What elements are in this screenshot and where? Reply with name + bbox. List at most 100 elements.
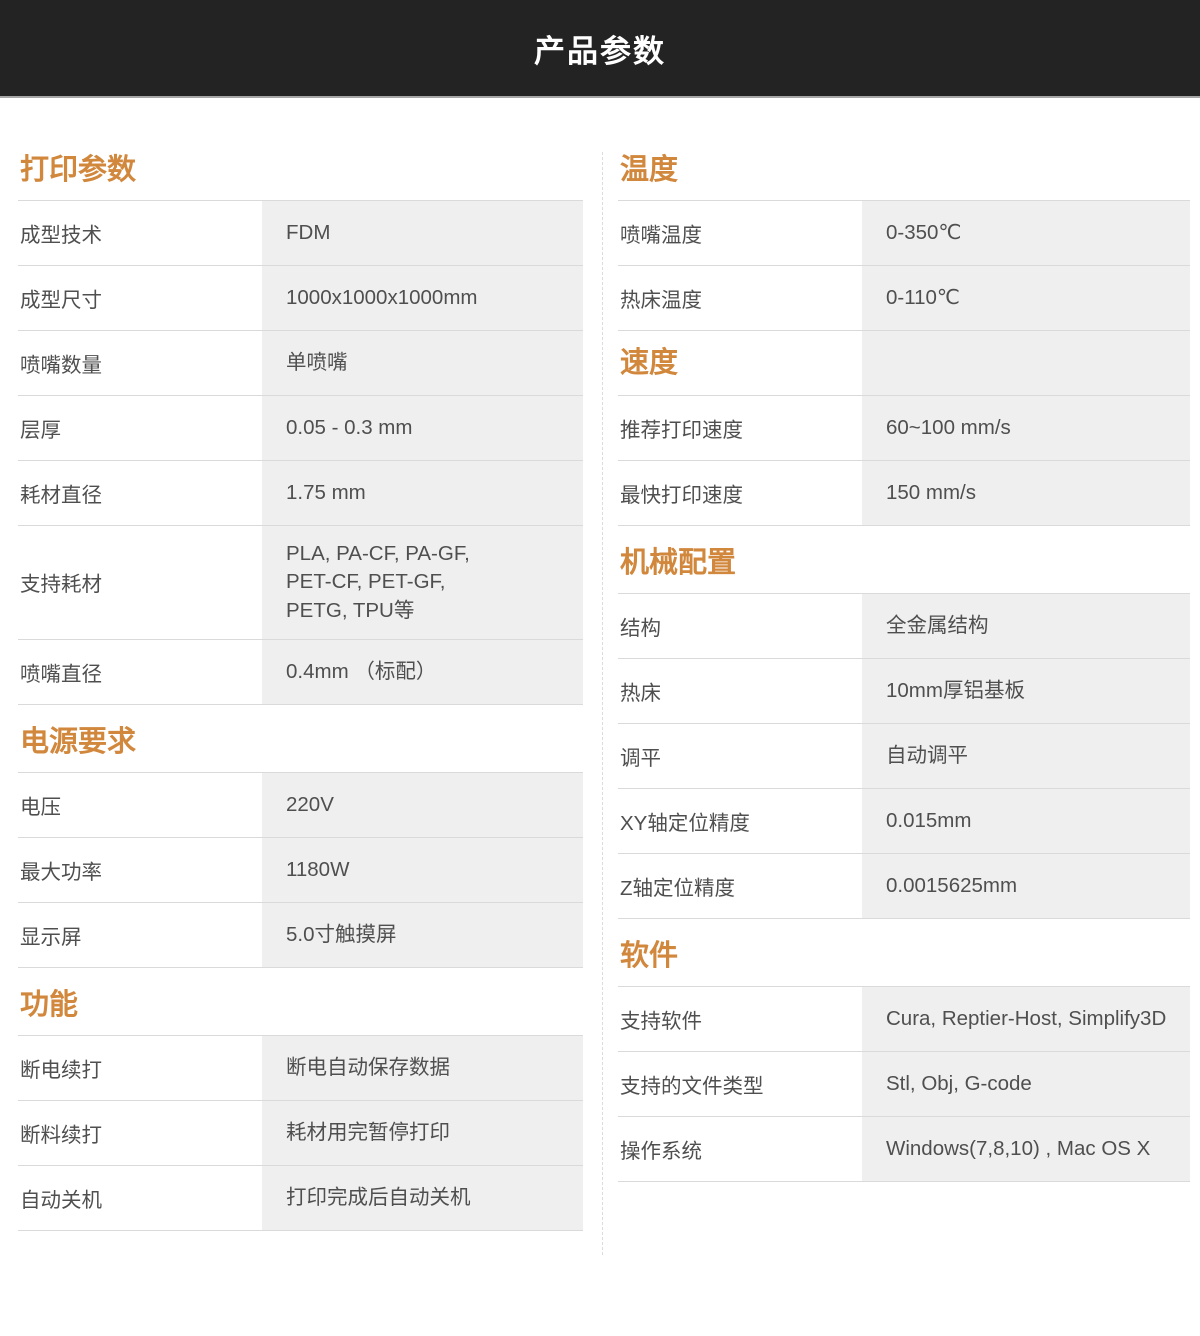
row-label: 喷嘴温度: [618, 201, 862, 265]
section-temperature-speed: 温度 喷嘴温度 0-350℃ 热床温度 0-110℃ 速度 推荐打印速: [618, 155, 1190, 526]
spec-table: 电压 220V 最大功率 1180W 显示屏 5.0寸触摸屏: [18, 772, 583, 968]
table-row: 耗材直径 1.75 mm: [18, 461, 583, 526]
table-row: 热床温度 0-110℃: [618, 266, 1190, 331]
row-label: 热床: [618, 659, 862, 723]
table-row: Z轴定位精度 0.0015625mm: [618, 854, 1190, 919]
spec-table: 结构 全金属结构 热床 10mm厚铝基板 调平 自动调平 XY轴定位精度 0.0…: [618, 593, 1190, 919]
row-label: 成型尺寸: [18, 266, 262, 330]
row-label: 电压: [18, 773, 262, 837]
table-row: 支持软件 Cura, Reptier-Host, Simplify3D: [618, 987, 1190, 1052]
section-title: 温度: [620, 155, 1190, 186]
row-value: 全金属结构: [862, 594, 1190, 658]
row-value: 150 mm/s: [862, 461, 1190, 525]
row-value: 自动调平: [862, 724, 1190, 788]
section-title: 软件: [620, 941, 1190, 972]
row-value: 10mm厚铝基板: [862, 659, 1190, 723]
spec-columns: 打印参数 成型技术 FDM 成型尺寸 1000x1000x1000mm 喷嘴数量…: [0, 98, 1200, 1231]
row-value: 5.0寸触摸屏: [262, 903, 583, 967]
row-value: 0-350℃: [862, 201, 1190, 265]
left-column: 打印参数 成型技术 FDM 成型尺寸 1000x1000x1000mm 喷嘴数量…: [18, 155, 583, 1231]
row-label: Z轴定位精度: [618, 854, 862, 918]
page-title: 产品参数: [534, 26, 666, 71]
spec-table: 断电续打 断电自动保存数据 断料续打 耗材用完暂停打印 自动关机 打印完成后自动…: [18, 1035, 583, 1231]
row-value: 0-110℃: [862, 266, 1190, 330]
table-row: 调平 自动调平: [618, 724, 1190, 789]
section-title: 打印参数: [20, 155, 583, 186]
table-row-embedded-title: 速度: [618, 331, 1190, 396]
table-row: 最大功率 1180W: [18, 838, 583, 903]
row-label: 支持耗材: [18, 526, 262, 639]
table-row: 喷嘴直径 0.4mm （标配）: [18, 640, 583, 705]
section-title: 功能: [20, 990, 583, 1021]
row-value: 打印完成后自动关机: [262, 1166, 583, 1230]
section-power: 电源要求 电压 220V 最大功率 1180W 显示屏 5.0寸触摸屏: [18, 727, 583, 968]
section-software: 软件 支持软件 Cura, Reptier-Host, Simplify3D 支…: [618, 941, 1190, 1182]
row-label: 层厚: [18, 396, 262, 460]
row-value: 0.015mm: [862, 789, 1190, 853]
row-label: 断电续打: [18, 1036, 262, 1100]
table-row: 断料续打 耗材用完暂停打印: [18, 1101, 583, 1166]
row-value: 1.75 mm: [262, 461, 583, 525]
row-value: 耗材用完暂停打印: [262, 1101, 583, 1165]
row-value: 1180W: [262, 838, 583, 902]
row-value: 60~100 mm/s: [862, 396, 1190, 460]
row-label: 断料续打: [18, 1101, 262, 1165]
table-row: 成型尺寸 1000x1000x1000mm: [18, 266, 583, 331]
row-value: 1000x1000x1000mm: [262, 266, 583, 330]
table-row: 自动关机 打印完成后自动关机: [18, 1166, 583, 1231]
row-label: 调平: [618, 724, 862, 788]
table-row: 电压 220V: [18, 773, 583, 838]
row-value: 单喷嘴: [262, 331, 583, 395]
table-row: 结构 全金属结构: [618, 594, 1190, 659]
spec-table: 支持软件 Cura, Reptier-Host, Simplify3D 支持的文…: [618, 986, 1190, 1182]
row-label: 支持的文件类型: [618, 1052, 862, 1116]
row-value: 0.0015625mm: [862, 854, 1190, 918]
row-value: Stl, Obj, G-code: [862, 1052, 1190, 1116]
row-label: 最大功率: [18, 838, 262, 902]
section-title: 速度: [620, 348, 678, 379]
section-mechanical: 机械配置 结构 全金属结构 热床 10mm厚铝基板 调平 自动调平 XY轴定位精…: [618, 548, 1190, 919]
row-label: 耗材直径: [18, 461, 262, 525]
row-label: 喷嘴直径: [18, 640, 262, 704]
row-value: 0.05 - 0.3 mm: [262, 396, 583, 460]
row-label: 结构: [618, 594, 862, 658]
section-title: 机械配置: [620, 548, 1190, 579]
right-column: 温度 喷嘴温度 0-350℃ 热床温度 0-110℃ 速度 推荐打印速: [618, 155, 1190, 1231]
row-label: 最快打印速度: [618, 461, 862, 525]
table-row: 喷嘴温度 0-350℃: [618, 201, 1190, 266]
row-value: FDM: [262, 201, 583, 265]
row-label: 成型技术: [18, 201, 262, 265]
table-row: 成型技术 FDM: [18, 201, 583, 266]
row-label: XY轴定位精度: [618, 789, 862, 853]
row-value: Windows(7,8,10) , Mac OS X: [862, 1117, 1190, 1181]
row-value: 断电自动保存数据: [262, 1036, 583, 1100]
column-divider: [602, 152, 603, 1255]
table-row: 层厚 0.05 - 0.3 mm: [18, 396, 583, 461]
row-label: 速度: [618, 331, 862, 395]
spec-table: 喷嘴温度 0-350℃ 热床温度 0-110℃ 速度 推荐打印速度 60~100…: [618, 200, 1190, 526]
row-value-empty: [862, 331, 1190, 395]
row-label: 自动关机: [18, 1166, 262, 1230]
row-label: 热床温度: [618, 266, 862, 330]
row-value: PLA, PA-CF, PA-GF, PET-CF, PET-GF, PETG,…: [262, 526, 583, 639]
row-value: 220V: [262, 773, 583, 837]
table-row: 热床 10mm厚铝基板: [618, 659, 1190, 724]
table-row: 最快打印速度 150 mm/s: [618, 461, 1190, 526]
table-row: XY轴定位精度 0.015mm: [618, 789, 1190, 854]
table-row: 支持的文件类型 Stl, Obj, G-code: [618, 1052, 1190, 1117]
table-row: 操作系统 Windows(7,8,10) , Mac OS X: [618, 1117, 1190, 1182]
row-label: 推荐打印速度: [618, 396, 862, 460]
row-value: Cura, Reptier-Host, Simplify3D: [862, 987, 1190, 1051]
row-label: 操作系统: [618, 1117, 862, 1181]
row-label: 喷嘴数量: [18, 331, 262, 395]
spec-table: 成型技术 FDM 成型尺寸 1000x1000x1000mm 喷嘴数量 单喷嘴 …: [18, 200, 583, 705]
section-print-params: 打印参数 成型技术 FDM 成型尺寸 1000x1000x1000mm 喷嘴数量…: [18, 155, 583, 705]
row-label: 显示屏: [18, 903, 262, 967]
header-bar: 产品参数: [0, 0, 1200, 98]
section-title: 电源要求: [20, 727, 583, 758]
section-functions: 功能 断电续打 断电自动保存数据 断料续打 耗材用完暂停打印 自动关机 打印完成…: [18, 990, 583, 1231]
table-row: 显示屏 5.0寸触摸屏: [18, 903, 583, 968]
table-row: 推荐打印速度 60~100 mm/s: [618, 396, 1190, 461]
table-row: 喷嘴数量 单喷嘴: [18, 331, 583, 396]
row-value: 0.4mm （标配）: [262, 640, 583, 704]
